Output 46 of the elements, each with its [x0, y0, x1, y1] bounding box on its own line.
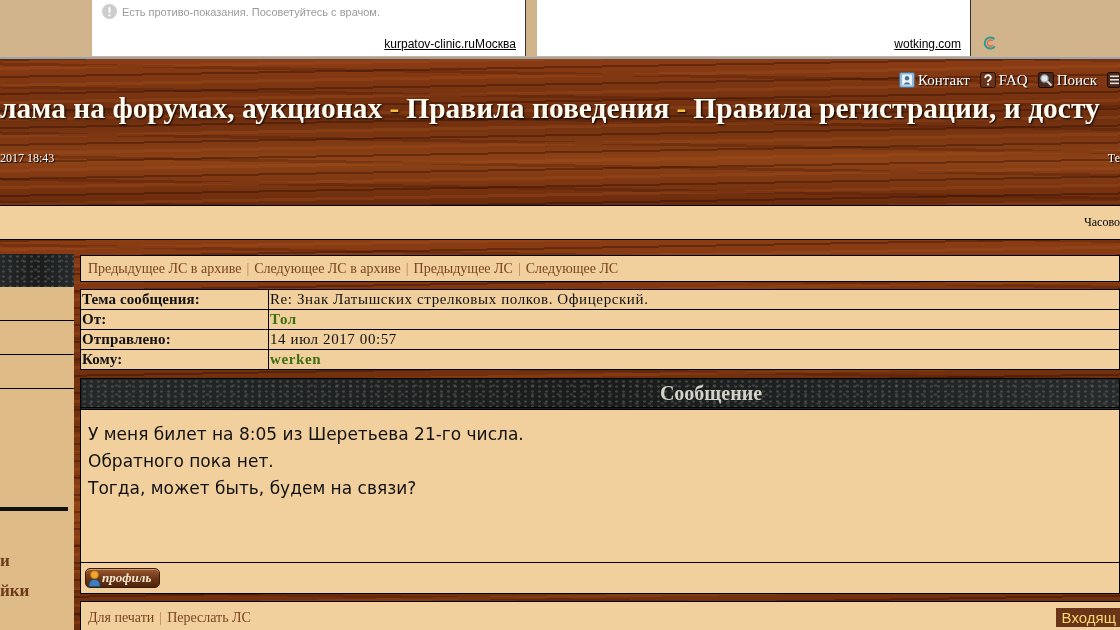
message-heading: Сообщение [659, 381, 763, 405]
folder-button[interactable]: Входящ [1055, 608, 1120, 627]
info-text: Часово [1083, 215, 1120, 230]
current-time: 2017 18:43 [0, 150, 55, 166]
header-text: Те [1107, 150, 1120, 166]
header-link[interactable]: FAQ [979, 71, 1028, 89]
title-separator: - [676, 91, 687, 126]
bottom-link[interactable]: Переслать ЛС [167, 610, 251, 626]
ad-link[interactable]: kurpatov-clinic.ruМосква [384, 37, 516, 51]
nav-separator: | [517, 260, 521, 277]
contact-icon [898, 72, 915, 88]
title-link[interactable]: Правила поведения [406, 90, 670, 127]
message-line: У меня билет на 8:05 из Шеретьева 21-го числа. [88, 423, 525, 446]
username-link[interactable]: Тол [268, 309, 1120, 330]
person-icon [88, 569, 101, 587]
ad-link[interactable]: wotking.com [894, 37, 961, 51]
nav-link[interactable]: Следующее ЛС в архиве [254, 260, 401, 277]
bottom-separator: | [159, 610, 163, 626]
sidebar-link[interactable]: и [0, 546, 10, 576]
title-separator: - [389, 91, 400, 126]
field-label: Отправлено: [80, 329, 269, 350]
alert-icon [102, 4, 117, 19]
message-line: Обратного пока нет. [88, 450, 275, 473]
username-link[interactable]: werken [268, 349, 1120, 370]
nav-link[interactable]: Предыдущее ЛС в архиве [88, 260, 242, 277]
profile-button[interactable]: профиль [85, 568, 160, 588]
field-value: Re: Знак Латышских стрелковых полков. Офицерский. [268, 289, 1120, 310]
message-line: Тогда, может быть, будем на связи? [88, 477, 418, 500]
field-label: От: [80, 309, 269, 330]
list-icon[interactable] [1107, 72, 1120, 88]
help-icon [979, 72, 996, 88]
title-link[interactable]: лама на форумах, аукционах [0, 90, 383, 127]
nav-separator: | [405, 260, 409, 277]
header-link[interactable]: Поиск [1037, 71, 1097, 89]
ad-notice: Есть противо-показания. Посоветуйтесь с врачом. [122, 5, 380, 18]
field-label: Тема сообщения: [80, 289, 269, 310]
field-label: Кому: [80, 349, 269, 370]
field-value: 14 июл 2017 00:57 [268, 329, 1120, 350]
bottom-link[interactable]: Для печати [88, 610, 155, 626]
nav-separator: | [246, 260, 250, 277]
search-icon [1037, 72, 1054, 88]
sidebar-link[interactable]: йки [0, 576, 30, 606]
header-link[interactable]: Контакт [898, 71, 970, 89]
title-link[interactable]: Правила регистрации, и досту [693, 90, 1100, 127]
nav-link[interactable]: Следующее ЛС [525, 260, 619, 277]
nav-link[interactable]: Предыдущее ЛС [413, 260, 513, 277]
